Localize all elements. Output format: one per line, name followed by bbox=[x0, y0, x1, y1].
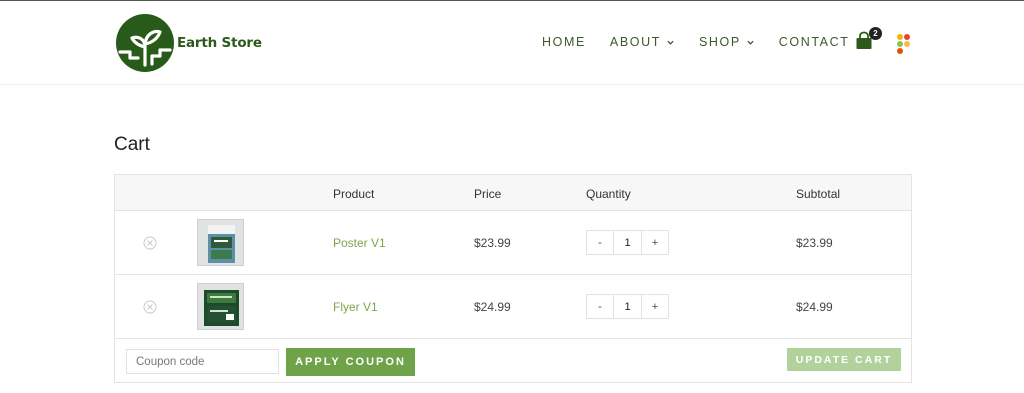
nav-item-label: ABOUT bbox=[609, 35, 661, 49]
nav-item-about[interactable]: ABOUT bbox=[610, 35, 675, 49]
quantity-decrease-button[interactable]: - bbox=[587, 231, 613, 254]
product-price: $23.99 bbox=[474, 236, 511, 250]
poster-image-icon bbox=[198, 220, 243, 265]
product-name-link[interactable]: Flyer V1 bbox=[333, 300, 378, 314]
column-header-product: Product bbox=[333, 187, 375, 201]
page-title: Cart bbox=[114, 134, 150, 155]
cart-actions: APPLY COUPON UPDATE CART bbox=[115, 339, 911, 383]
nav-item-label: HOME bbox=[542, 35, 586, 49]
product-subtotal: $24.99 bbox=[796, 300, 833, 314]
main-nav: HOME ABOUT SHOP CONTACT bbox=[542, 35, 849, 49]
product-name-link[interactable]: Poster V1 bbox=[333, 236, 386, 250]
product-thumbnail[interactable] bbox=[197, 219, 244, 266]
quantity-stepper: - 1 + bbox=[586, 294, 669, 319]
coupon-code-input[interactable] bbox=[126, 349, 279, 374]
cart-count-badge: 2 bbox=[869, 27, 882, 40]
site-header: Earth Store HOME ABOUT SHOP CONTACT 2 bbox=[0, 1, 1024, 85]
product-thumbnail[interactable] bbox=[197, 283, 244, 330]
quantity-input[interactable]: 1 bbox=[613, 295, 642, 318]
column-header-subtotal: Subtotal bbox=[796, 187, 841, 201]
product-subtotal: $23.99 bbox=[796, 236, 833, 250]
product-price: $24.99 bbox=[474, 300, 511, 314]
remove-item-icon[interactable] bbox=[143, 300, 157, 314]
column-header-quantity: Quantity bbox=[586, 187, 631, 201]
flyer-image-icon bbox=[198, 284, 243, 329]
remove-item-icon[interactable] bbox=[143, 236, 157, 250]
apply-coupon-button[interactable]: APPLY COUPON bbox=[286, 348, 415, 376]
chevron-down-icon bbox=[667, 40, 674, 45]
cart-table-header: Product Price Quantity Subtotal bbox=[115, 175, 911, 211]
cart-item-row: Poster V1 $23.99 - 1 + $23.99 bbox=[115, 211, 911, 275]
quantity-stepper: - 1 + bbox=[586, 230, 669, 255]
nav-item-shop[interactable]: SHOP bbox=[699, 35, 755, 49]
nav-item-contact[interactable]: CONTACT bbox=[779, 35, 850, 49]
column-header-price: Price bbox=[474, 187, 502, 201]
nav-item-home[interactable]: HOME bbox=[542, 35, 586, 49]
nav-item-label: CONTACT bbox=[778, 35, 850, 49]
update-cart-button[interactable]: UPDATE CART bbox=[787, 348, 901, 371]
colorful-dots-icon[interactable] bbox=[895, 33, 911, 55]
quantity-increase-button[interactable]: + bbox=[642, 295, 668, 318]
quantity-decrease-button[interactable]: - bbox=[587, 295, 613, 318]
quantity-input[interactable]: 1 bbox=[613, 231, 642, 254]
site-logo[interactable]: Earth Store bbox=[116, 14, 262, 72]
chevron-down-icon bbox=[747, 40, 754, 45]
earth-tree-logo-icon bbox=[116, 14, 174, 72]
cart-table: Product Price Quantity Subtotal Poster V… bbox=[114, 174, 912, 383]
nav-item-label: SHOP bbox=[698, 35, 741, 49]
brand-name: Earth Store bbox=[177, 35, 262, 51]
cart-item-row: Flyer V1 $24.99 - 1 + $24.99 bbox=[115, 275, 911, 339]
quantity-increase-button[interactable]: + bbox=[642, 231, 668, 254]
